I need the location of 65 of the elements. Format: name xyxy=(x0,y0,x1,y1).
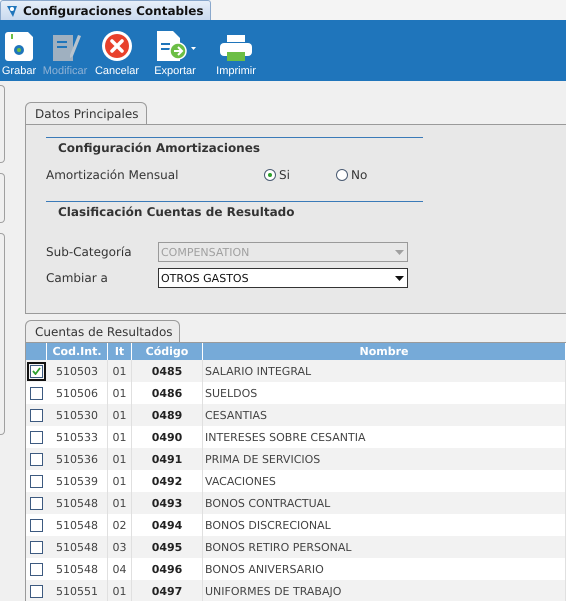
table-cell: 0485 xyxy=(132,360,203,382)
row-checkbox[interactable] xyxy=(30,496,43,510)
row-checkbox[interactable] xyxy=(30,408,43,422)
table-cell: 0489 xyxy=(132,404,203,426)
table-cell: BONOS DISCRECIONAL xyxy=(203,514,566,536)
table-cell: 510503 xyxy=(47,360,108,382)
radio-button[interactable] xyxy=(264,169,276,181)
table-cell: BONOS CONTRACTUAL xyxy=(203,492,566,514)
row-checkbox[interactable] xyxy=(30,584,43,598)
field-label: Amortización Mensual xyxy=(46,168,180,182)
toolbar-button[interactable]: Cancelar xyxy=(92,25,142,77)
table-cell: 0497 xyxy=(132,580,203,601)
table-cell: BONOS RETIRO PERSONAL xyxy=(203,536,566,558)
field-label: Sub-Categoría xyxy=(46,245,133,259)
dropdown-field[interactable]: OTROS GASTOS xyxy=(158,268,408,288)
table-cell: INTERESES SOBRE CESANTIA xyxy=(203,426,566,448)
column-header[interactable]: Cod.Int. xyxy=(47,343,108,360)
row-checkbox[interactable] xyxy=(30,540,43,554)
row-checkbox[interactable] xyxy=(30,386,43,400)
row-checkbox[interactable] xyxy=(30,474,43,488)
table-cell: 01 xyxy=(108,404,132,426)
printer-icon xyxy=(218,33,254,63)
field-label: Cambiar a xyxy=(46,271,109,285)
table-cell: 0491 xyxy=(132,448,203,470)
toolbar-button[interactable]: Exportar xyxy=(142,25,208,77)
section-heading: Clasificación Cuentas de Resultado xyxy=(46,201,423,225)
table-cell: 0493 xyxy=(132,492,203,514)
column-header[interactable]: It xyxy=(108,343,132,360)
table-cell: CESANTIAS xyxy=(203,404,566,426)
radio-button[interactable] xyxy=(336,169,348,181)
column-header[interactable]: Código xyxy=(132,343,203,360)
caret-icon xyxy=(395,250,404,254)
row-checkbox[interactable] xyxy=(30,430,43,444)
table-cell: UNIFORMES DE TRABAJO xyxy=(203,580,566,601)
row-checkbox[interactable] xyxy=(30,562,43,576)
table-cell: SUELDOS xyxy=(203,382,566,404)
close-icon xyxy=(100,29,134,63)
table-cell: 510536 xyxy=(47,448,108,470)
table-cell: 510530 xyxy=(47,404,108,426)
row-checkbox[interactable] xyxy=(30,452,43,466)
tab[interactable]: Datos Principales xyxy=(25,102,147,124)
table-cell: 03 xyxy=(108,536,132,558)
row-checkbox[interactable] xyxy=(30,518,43,532)
table-cell: VACACIONES xyxy=(203,470,566,492)
table-cell: 0495 xyxy=(132,536,203,558)
tab[interactable]: Cuentas de Resultados xyxy=(25,320,180,342)
table-cell: 01 xyxy=(108,448,132,470)
caret-icon xyxy=(395,276,404,280)
table-cell: 01 xyxy=(108,360,132,382)
toolbar-button[interactable]: Imprimir xyxy=(208,25,264,77)
section-heading: Configuración Amortizaciones xyxy=(46,137,423,161)
table-cell: SALARIO INTEGRAL xyxy=(203,360,566,382)
window-title[interactable]: Configuraciones Contables xyxy=(0,0,211,20)
table-cell: 01 xyxy=(108,580,132,601)
table-cell: 510548 xyxy=(47,536,108,558)
radio-label: Si xyxy=(279,168,290,182)
table-cell: BONOS ANIVERSARIO xyxy=(203,558,566,580)
table-cell: 510551 xyxy=(47,580,108,601)
app-logo-icon xyxy=(5,4,19,18)
column-header[interactable]: Nombre xyxy=(203,343,566,360)
table-cell: PRIMA DE SERVICIOS xyxy=(203,448,566,470)
toolbar-button[interactable]: Grabar xyxy=(0,25,38,77)
table-cell: 01 xyxy=(108,492,132,514)
radio-label: No xyxy=(351,168,368,182)
table-cell: 510548 xyxy=(47,492,108,514)
